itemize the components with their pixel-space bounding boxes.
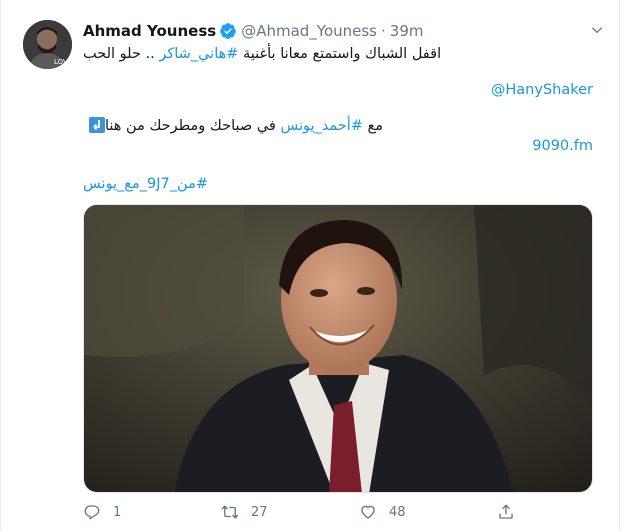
tweet-text-line-2: @HanyShaker: [83, 80, 593, 100]
share-button[interactable]: [497, 503, 527, 521]
share-icon: [499, 504, 513, 519]
reply-count: 1: [113, 504, 122, 520]
hashtag-link[interactable]: #أحمد_يونس: [280, 118, 362, 134]
mention-link[interactable]: @HanyShaker: [491, 82, 593, 98]
verified-badge-icon: [220, 23, 237, 39]
like-count: 48: [389, 504, 406, 520]
url-link[interactable]: 9090.fm: [532, 138, 593, 154]
tweet-text-line-3: مع #أحمد_يونس في صباحك ومطرحك من هنا: [83, 116, 593, 136]
retweet-count: 27: [251, 504, 268, 520]
tweet-text-line-5: #من_9J7_مع_يونس: [83, 174, 593, 194]
like-button[interactable]: 48: [359, 503, 497, 521]
chevron-down-icon[interactable]: [589, 22, 605, 38]
tweet-timestamp[interactable]: 39m: [390, 22, 424, 40]
tweet-text-line-4: 9090.fm: [83, 136, 593, 156]
separator-dot: ·: [381, 22, 386, 40]
tweet-media-photo[interactable]: [83, 204, 593, 493]
tweet-text: اقفل الشباك واستمتع معانا بأغنية: [238, 46, 442, 62]
reply-icon: [84, 505, 100, 520]
author-handle[interactable]: @Ahmad_Youness: [241, 22, 377, 40]
tweet-text: مع: [362, 118, 383, 134]
svg-text:LOVE: LOVE: [54, 58, 72, 66]
hashtag-link[interactable]: #من_9J7_مع_يونس: [83, 176, 208, 192]
like-icon: [361, 505, 375, 519]
avatar-image: LOVE: [23, 20, 72, 69]
avatar[interactable]: LOVE: [23, 20, 72, 69]
tweet-card[interactable]: LOVE Ahmad Youness @Ahmad_Youness · 39m …: [0, 0, 620, 530]
hashtag-link[interactable]: #هاني_شاكر: [159, 46, 238, 62]
photo-image: [84, 205, 592, 492]
reply-button[interactable]: 1: [83, 503, 221, 521]
retweet-button[interactable]: 27: [221, 503, 359, 521]
author-name[interactable]: Ahmad Youness: [83, 22, 216, 40]
retweet-icon: [221, 505, 239, 519]
pointing-down-emoji-icon: [89, 117, 105, 133]
tweet-header: Ahmad Youness @Ahmad_Youness · 39m: [83, 20, 424, 42]
tweet-text: .. حلو الحب: [83, 46, 160, 62]
tweet-actions: 1 27 48: [83, 500, 593, 524]
tweet-text-line-1: اقفل الشباك واستمتع معانا بأغنية #هاني_ش…: [83, 44, 593, 64]
tweet-text: في صباحك ومطرحك من هنا: [105, 118, 281, 134]
